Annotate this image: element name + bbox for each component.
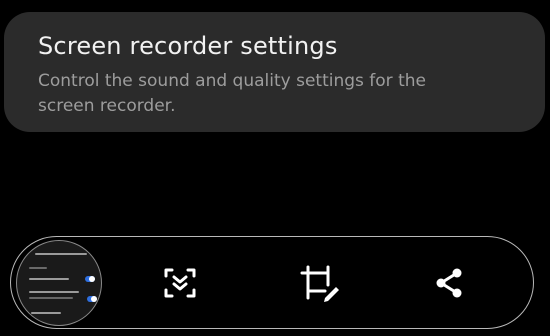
thumbnail-line: [29, 291, 79, 293]
thumbnail-line: [31, 312, 61, 314]
screen-recorder-settings-card[interactable]: Screen recorder settings Control the sou…: [4, 12, 545, 132]
share-icon: [436, 268, 462, 298]
screenshot-toolbar: [10, 236, 534, 329]
thumbnail-line: [29, 267, 47, 269]
thumbnail-line: [35, 253, 87, 255]
crop-edit-button[interactable]: [296, 260, 342, 306]
settings-card-title: Screen recorder settings: [38, 32, 338, 60]
screenshot-thumbnail[interactable]: [16, 240, 102, 326]
share-button[interactable]: [427, 260, 473, 306]
thumbnail-toggle: [85, 276, 95, 282]
scroll-capture-button[interactable]: [157, 260, 203, 306]
thumbnail-line: [29, 278, 69, 280]
scroll-capture-icon: [164, 268, 196, 298]
settings-card-description: Control the sound and quality settings f…: [38, 71, 426, 116]
thumbnail-toggle: [87, 296, 97, 302]
crop-edit-icon: [300, 265, 339, 302]
thumbnail-line: [29, 297, 73, 299]
